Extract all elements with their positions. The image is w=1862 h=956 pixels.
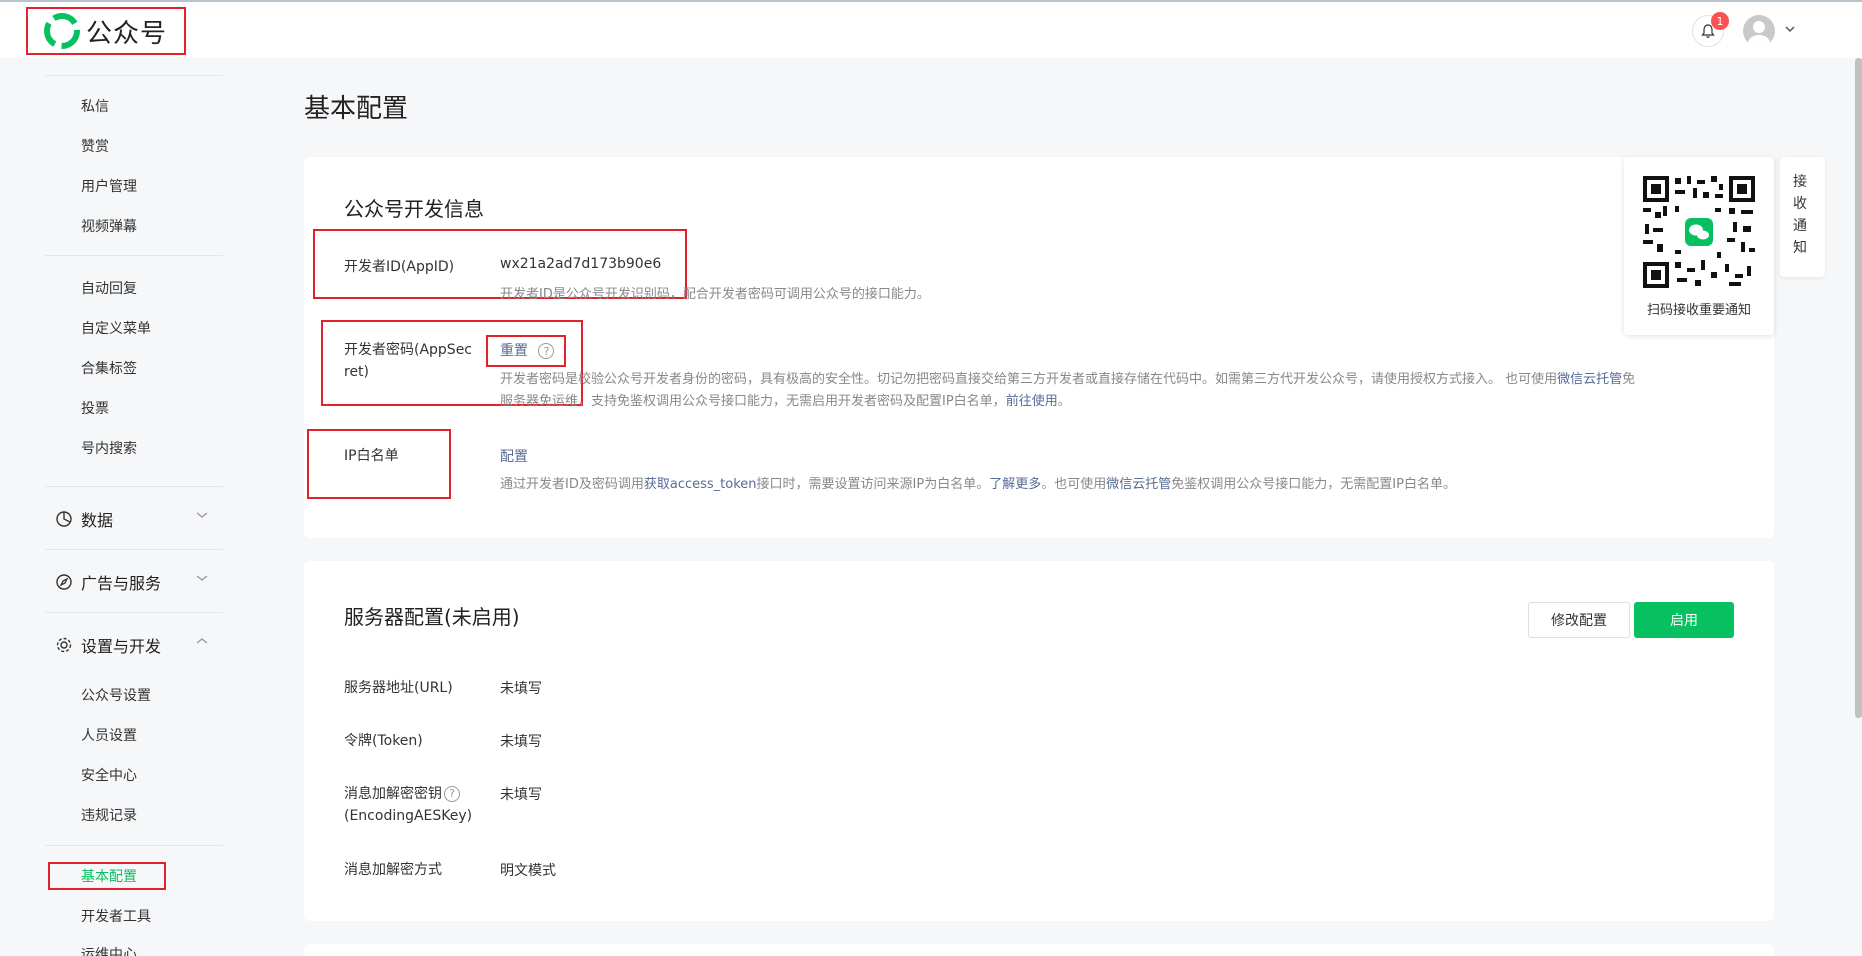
secret-desc-text: 。	[1057, 394, 1071, 409]
sidebar-divider	[45, 75, 223, 76]
token-value: 未填写	[500, 734, 542, 750]
help-icon[interactable]: ?	[444, 786, 460, 802]
chart-icon	[56, 511, 72, 527]
cloud-hosting-link[interactable]: 微信云托管	[1106, 477, 1171, 492]
cloud-hosting-link[interactable]: 微信云托管	[1557, 372, 1622, 387]
page-title: 基本配置	[304, 94, 409, 124]
qr-panel: 扫码接收重要通知	[1624, 157, 1774, 335]
chevron-up-icon	[196, 638, 208, 644]
token-label: 令牌(Token)	[344, 733, 423, 749]
sidebar-item-basic-config[interactable]: 基本配置	[81, 866, 137, 886]
ip-desc-text: 通过开发者ID及密码调用	[500, 477, 644, 492]
aes-key-label-line2: (EncodingAESKey)	[344, 808, 473, 824]
sidebar-divider	[45, 845, 223, 846]
sidebar-item-users[interactable]: 用户管理	[81, 176, 137, 196]
sidebar-group-label: 数据	[81, 511, 114, 530]
sidebar-divider	[45, 612, 223, 613]
sidebar-divider	[45, 255, 223, 256]
sidebar-item-custom-menu[interactable]: 自定义菜单	[81, 318, 151, 338]
logo[interactable]: 公众号	[26, 7, 186, 55]
notification-badge: 1	[1711, 12, 1729, 30]
ip-desc-text: 。也可使用	[1041, 477, 1107, 492]
go-use-link[interactable]: 前往使用	[1006, 394, 1058, 409]
dev-info-title: 公众号开发信息	[344, 197, 484, 221]
sidebar-item-collection-tags[interactable]: 合集标签	[81, 358, 137, 378]
top-bar: 公众号 1	[0, 0, 1862, 58]
sidebar-item-security[interactable]: 安全中心	[81, 765, 137, 785]
modify-config-button[interactable]: 修改配置	[1528, 602, 1630, 638]
encryption-mode-value: 明文模式	[500, 863, 556, 879]
sidebar-item-personnel[interactable]: 人员设置	[81, 725, 137, 745]
server-config-title: 服务器配置(未启用)	[344, 605, 520, 629]
secret-label-line2: ret)	[344, 364, 370, 380]
sidebar-divider	[45, 549, 223, 550]
dev-info-card: 公众号开发信息 开发者ID(AppID) wx21a2ad7d173b90e6 …	[304, 157, 1774, 538]
secret-desc-text: 服务器免运维，支持免鉴权调用公众号接口能力，无需启用开发者密码及配置IP白名单，	[500, 394, 1006, 409]
chevron-down-icon[interactable]	[1784, 24, 1796, 34]
reset-secret-link[interactable]: 重置	[500, 343, 528, 359]
secret-desc-text: 开发者密码是校验公众号开发者身份的密码，具有极高的安全性。切记勿把密码直接交给第…	[500, 372, 1558, 387]
aes-key-value: 未填写	[500, 787, 542, 803]
scrollbar[interactable]	[1855, 58, 1862, 718]
sidebar-item-account-settings[interactable]: 公众号设置	[81, 685, 151, 705]
logo-icon	[44, 13, 80, 49]
gear-icon	[56, 637, 72, 653]
enable-button[interactable]: 启用	[1634, 602, 1734, 638]
server-url-label: 服务器地址(URL)	[344, 680, 453, 696]
sidebar-item-vote[interactable]: 投票	[81, 398, 109, 418]
sidebar-group-label: 设置与开发	[81, 637, 162, 656]
logo-text: 公众号	[86, 18, 168, 49]
sidebar-item-danmaku[interactable]: 视频弹幕	[81, 216, 137, 236]
server-url-value: 未填写	[500, 681, 542, 697]
sidebar-item-auto-reply[interactable]: 自动回复	[81, 278, 137, 298]
chevron-down-icon	[196, 575, 208, 581]
aes-key-label: 消息加解密密钥? (EncodingAESKey)	[344, 783, 472, 827]
aes-key-label-line1: 消息加解密密钥	[344, 786, 442, 802]
ip-config-link[interactable]: 配置	[500, 446, 528, 466]
encryption-mode-label: 消息加解密方式	[344, 862, 442, 878]
secret-desc-text: 免	[1622, 372, 1636, 387]
server-config-card: 服务器配置(未启用) 修改配置 启用 服务器地址(URL) 未填写 令牌(Tok…	[304, 561, 1774, 921]
secret-reset-row: 重置 ?	[500, 340, 555, 360]
receive-notification-label: 接收通知	[1793, 174, 1807, 256]
sidebar-group-data[interactable]: 数据	[55, 507, 215, 531]
sidebar-group-ads[interactable]: 广告与服务	[55, 570, 215, 594]
ip-desc-text: 接口时，需要设置访问来源IP为白名单。	[756, 477, 990, 492]
sidebar-group-label: 广告与服务	[81, 574, 162, 593]
sidebar-item-reward[interactable]: 赞赏	[81, 136, 109, 156]
sidebar-divider	[45, 486, 223, 487]
ip-desc-text: 免鉴权调用公众号接口能力，无需配置IP白名单。	[1171, 477, 1456, 492]
help-icon[interactable]: ?	[538, 343, 555, 359]
ip-desc: 通过开发者ID及密码调用获取access_token接口时，需要设置访问来源IP…	[500, 474, 1750, 496]
user-icon	[1748, 21, 1770, 47]
sidebar-group-settings[interactable]: 设置与开发	[55, 633, 215, 657]
appid-desc: 开发者ID是公众号开发识别码，配合开发者密码可调用公众号的接口能力。	[500, 287, 930, 302]
secret-label: 开发者密码(AppSec ret)	[344, 339, 472, 383]
appid-value: wx21a2ad7d173b90e6	[500, 256, 662, 272]
appid-label: 开发者ID(AppID)	[344, 259, 455, 275]
receive-notification-tab[interactable]: 接收通知	[1780, 157, 1825, 277]
qr-caption: 扫码接收重要通知	[1646, 303, 1751, 318]
compass-icon	[56, 574, 72, 590]
secret-label-line1: 开发者密码(AppSec	[344, 342, 473, 358]
next-card	[304, 944, 1774, 956]
access-token-link[interactable]: 获取access_token	[644, 477, 757, 492]
ip-whitelist-label: IP白名单	[344, 448, 399, 464]
sidebar-item-violations[interactable]: 违规记录	[81, 805, 137, 825]
sidebar-item-dev-tools[interactable]: 开发者工具	[81, 906, 151, 926]
secret-desc: 开发者密码是校验公众号开发者身份的密码，具有极高的安全性。切记勿把密码直接交给第…	[500, 369, 1750, 413]
sidebar-item-search[interactable]: 号内搜索	[81, 438, 137, 458]
chevron-down-icon	[196, 512, 208, 518]
notification-button[interactable]: 1	[1692, 12, 1729, 47]
learn-more-link[interactable]: 了解更多	[989, 477, 1041, 492]
avatar[interactable]	[1743, 15, 1775, 47]
sidebar-item-messages[interactable]: 私信	[81, 96, 109, 116]
qr-code-icon	[1641, 174, 1757, 290]
sidebar-item-ops-center[interactable]: 运维中心	[81, 944, 137, 956]
